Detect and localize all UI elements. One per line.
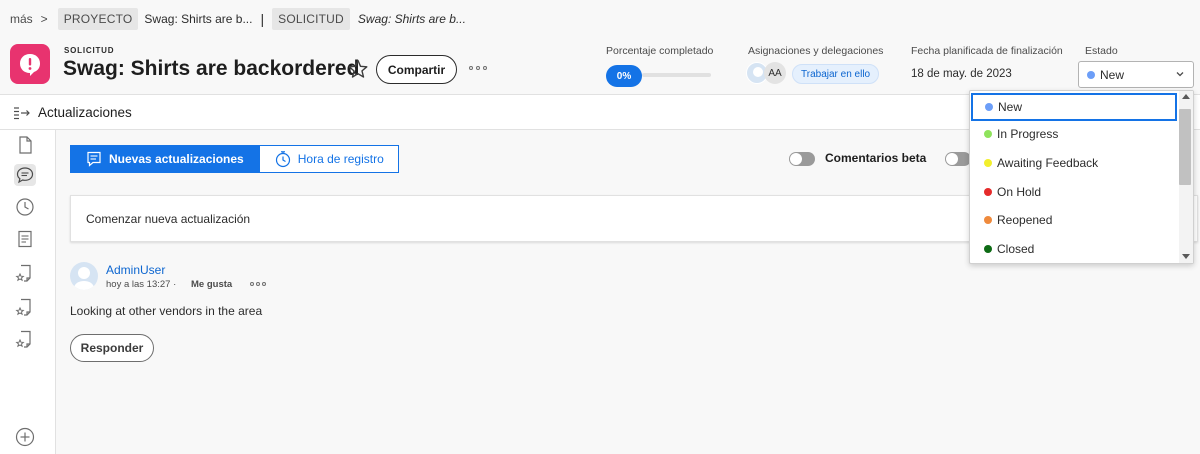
status-option-label: New bbox=[998, 100, 1023, 114]
request-logo-icon bbox=[10, 44, 50, 84]
left-rail bbox=[0, 130, 56, 454]
breadcrumb-request-chip: SOLICITUD bbox=[272, 8, 350, 30]
breadcrumb-project-chip: PROYECTO bbox=[57, 8, 139, 30]
collapse-panel-icon[interactable] bbox=[13, 106, 31, 120]
status-dropdown-menu: New In Progress Awaiting Feedback On Hol… bbox=[969, 90, 1194, 264]
status-dot bbox=[984, 159, 992, 167]
percent-complete-label: Porcentaje completado bbox=[606, 45, 714, 57]
starred-document-icon[interactable] bbox=[14, 262, 36, 284]
status-option-closed[interactable]: Closed bbox=[970, 235, 1178, 263]
status-dot bbox=[985, 103, 993, 111]
scroll-down-icon[interactable] bbox=[1182, 254, 1190, 259]
status-option-reopened[interactable]: Reopened bbox=[970, 206, 1178, 234]
chevron-down-icon bbox=[1176, 72, 1184, 77]
status-option-new[interactable]: New bbox=[971, 93, 1177, 121]
status-label: Estado bbox=[1085, 45, 1118, 57]
notes-icon[interactable] bbox=[14, 228, 36, 250]
starred-document-icon-2[interactable] bbox=[14, 296, 36, 318]
comment-timestamp: hoy a las 13:27 · bbox=[106, 279, 177, 290]
like-button[interactable]: Me gusta bbox=[191, 279, 232, 290]
planned-date-value[interactable]: 18 de may. de 2023 bbox=[911, 68, 1012, 80]
beta-comments-toggle[interactable] bbox=[789, 152, 815, 166]
avatar bbox=[70, 262, 98, 290]
assignments-label: Asignaciones y delegaciones bbox=[748, 45, 884, 57]
updates-comment-icon[interactable] bbox=[14, 164, 36, 186]
breadcrumb-divider: | bbox=[260, 11, 265, 27]
page-title: Swag: Shirts are backordered bbox=[63, 57, 360, 80]
updates-tabs: Nuevas actualizaciones Hora de registro bbox=[70, 145, 399, 173]
percent-complete-value[interactable]: 0% bbox=[606, 65, 642, 87]
planned-date-label: Fecha planificada de finalización bbox=[911, 45, 1063, 57]
stopwatch-icon bbox=[275, 151, 290, 168]
breadcrumb-separator: > bbox=[40, 12, 48, 26]
status-select[interactable]: New bbox=[1078, 61, 1194, 88]
work-on-it-button[interactable]: Trabajar en ello bbox=[792, 64, 880, 84]
status-option-in-progress[interactable]: In Progress bbox=[970, 120, 1178, 148]
status-option-on-hold[interactable]: On Hold bbox=[970, 178, 1178, 206]
status-option-label: On Hold bbox=[997, 185, 1042, 199]
secondary-toggle[interactable] bbox=[945, 152, 971, 166]
breadcrumb: más > PROYECTO Swag: Shirts are b... | S… bbox=[10, 6, 466, 32]
add-icon[interactable] bbox=[14, 426, 36, 448]
status-option-label: In Progress bbox=[997, 127, 1059, 141]
status-dot bbox=[984, 245, 992, 253]
dropdown-scrollbar[interactable] bbox=[1179, 91, 1193, 263]
status-option-awaiting-feedback[interactable]: Awaiting Feedback bbox=[970, 149, 1178, 177]
object-type-label: SOLICITUD bbox=[64, 46, 115, 55]
status-value: New bbox=[1100, 67, 1125, 82]
document-icon[interactable] bbox=[14, 134, 36, 156]
tab-new-updates[interactable]: Nuevas actualizaciones bbox=[70, 145, 259, 173]
status-dot bbox=[984, 188, 992, 196]
scroll-up-icon[interactable] bbox=[1182, 94, 1190, 99]
status-option-label: Reopened bbox=[997, 213, 1053, 227]
assignee-avatar[interactable]: AA bbox=[764, 62, 786, 84]
status-dot bbox=[984, 130, 992, 138]
tab-time-log-label: Hora de registro bbox=[297, 152, 384, 166]
tab-new-updates-label: Nuevas actualizaciones bbox=[109, 152, 244, 166]
breadcrumb-more-link[interactable]: más bbox=[10, 12, 33, 26]
status-dot bbox=[1087, 70, 1095, 79]
comment-author-link[interactable]: AdminUser bbox=[106, 263, 165, 277]
scrollbar-thumb[interactable] bbox=[1179, 109, 1191, 185]
reply-button[interactable]: Responder bbox=[70, 334, 154, 362]
updates-icon bbox=[87, 151, 101, 167]
section-title: Actualizaciones bbox=[38, 105, 132, 120]
status-option-label: Closed bbox=[997, 242, 1035, 256]
star-icon[interactable] bbox=[347, 58, 369, 80]
status-dot bbox=[984, 216, 992, 224]
breadcrumb-current-request: Swag: Shirts are b... bbox=[357, 12, 466, 26]
beta-comments-label: Comentarios beta bbox=[825, 151, 927, 165]
comment-more-icon[interactable] bbox=[250, 282, 266, 286]
share-button[interactable]: Compartir bbox=[376, 55, 457, 84]
percent-complete-bar bbox=[642, 73, 711, 77]
more-options-icon[interactable] bbox=[469, 60, 491, 76]
clock-icon[interactable] bbox=[14, 196, 36, 218]
tab-time-log[interactable]: Hora de registro bbox=[258, 145, 399, 173]
status-option-label: Awaiting Feedback bbox=[997, 156, 1099, 170]
breadcrumb-project-link[interactable]: Swag: Shirts are b... bbox=[144, 12, 252, 26]
starred-document-icon-3[interactable] bbox=[14, 328, 36, 350]
comment-body: Looking at other vendors in the area bbox=[70, 304, 263, 318]
